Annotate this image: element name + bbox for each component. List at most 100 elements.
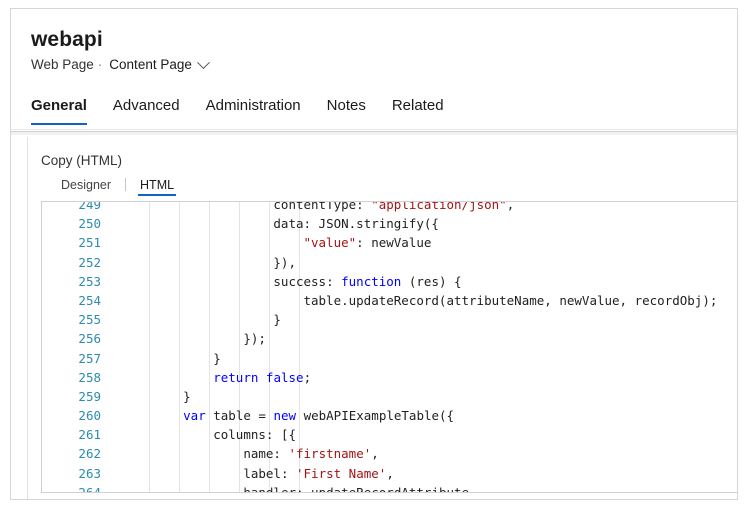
code-line[interactable]: 249 contentType: "application/json", xyxy=(42,202,737,214)
code-line-text: } xyxy=(183,387,191,406)
code-line[interactable]: 255} xyxy=(42,310,737,329)
line-number: 253 xyxy=(42,272,110,291)
line-number: 262 xyxy=(42,444,110,463)
tab-administration[interactable]: Administration xyxy=(193,96,314,125)
code-line-text: data: JSON.stringify({ xyxy=(273,214,439,233)
form-header: webapi Web Page · Content Page xyxy=(11,9,737,75)
record-subtitle: Web Page · Content Page xyxy=(31,55,737,75)
code-line[interactable]: 251 "value": newValue xyxy=(42,233,737,252)
code-token: ; xyxy=(304,370,312,385)
code-token: return xyxy=(213,370,258,385)
line-number: 259 xyxy=(42,387,110,406)
line-number: 250 xyxy=(42,214,110,233)
code-token: , xyxy=(386,466,394,481)
code-line[interactable]: 254table.updateRecord(attributeName, new… xyxy=(42,291,737,310)
code-line-text: contentType: "application/json", xyxy=(273,202,514,214)
code-line[interactable]: 252}), xyxy=(42,253,737,272)
line-number: 261 xyxy=(42,425,110,444)
code-line-text: success: function (res) { xyxy=(273,272,461,291)
code-token: table = xyxy=(206,408,274,423)
code-line-text: handler: updateRecordAttribute xyxy=(243,483,469,492)
code-token: }), xyxy=(273,255,296,270)
code-line-text: } xyxy=(213,349,221,368)
content-type-selector-label[interactable]: Content Page xyxy=(109,55,192,75)
code-line[interactable]: 256}); xyxy=(42,329,737,348)
code-token: function xyxy=(341,274,401,289)
copy-html-field-label: Copy (HTML) xyxy=(41,152,122,170)
line-number: 249 xyxy=(42,202,110,214)
code-token: webAPIExampleTable({ xyxy=(296,408,454,423)
code-line[interactable]: 260 var table = new webAPIExampleTable({ xyxy=(42,406,737,425)
code-line-text: }), xyxy=(273,253,296,272)
code-token: "application/json" xyxy=(371,202,506,212)
tab-notes[interactable]: Notes xyxy=(314,96,379,125)
code-token: , xyxy=(371,446,379,461)
subtab-designer[interactable]: Designer xyxy=(53,177,119,196)
code-line[interactable]: 257} xyxy=(42,349,737,368)
html-code-editor[interactable]: 249 contentType: "application/json", 250 da… xyxy=(41,201,737,493)
code-line[interactable]: 250 data: JSON.stringify({ xyxy=(42,214,737,233)
form-tab-strip[interactable]: General Advanced Administration Notes Re… xyxy=(31,89,457,125)
code-token: } xyxy=(273,312,281,327)
code-token: contentType: xyxy=(273,202,371,212)
code-line[interactable]: 263 label: 'First Name', xyxy=(42,464,737,483)
line-number: 255 xyxy=(42,310,110,329)
subtab-separator xyxy=(125,178,126,191)
section-left-divider xyxy=(27,137,28,499)
code-token: "value" xyxy=(303,235,356,250)
code-line-text: columns: [{ xyxy=(213,425,296,444)
line-number: 263 xyxy=(42,464,110,483)
code-token xyxy=(258,370,266,385)
code-line-text: table.updateRecord(attributeName, newVal… xyxy=(303,291,717,310)
tab-strip-divider xyxy=(11,129,737,130)
general-tab-panel: Copy (HTML) Designer HTML 249 contentType… xyxy=(11,135,737,499)
code-token: 'firstname' xyxy=(288,446,371,461)
code-line-text: "value": newValue xyxy=(303,233,431,252)
code-token: } xyxy=(183,389,191,404)
chevron-down-icon[interactable] xyxy=(197,56,210,69)
code-line[interactable]: 258return false; xyxy=(42,368,737,387)
code-line-text: }); xyxy=(243,329,266,348)
code-token: } xyxy=(213,351,221,366)
line-number: 252 xyxy=(42,253,110,272)
code-line-text: var table = new webAPIExampleTable({ xyxy=(183,406,454,425)
code-token: (res) { xyxy=(401,274,461,289)
code-token: label: xyxy=(243,466,296,481)
code-lines[interactable]: 249 contentType: "application/json", 250 da… xyxy=(42,202,737,492)
code-line[interactable]: 259} xyxy=(42,387,737,406)
code-line[interactable]: 264 handler: updateRecordAttribute xyxy=(42,483,737,492)
screenshot-root: webapi Web Page · Content Page General A… xyxy=(0,0,752,508)
page-title: webapi xyxy=(31,27,737,53)
line-number: 256 xyxy=(42,329,110,348)
entity-type-label: Web Page xyxy=(31,55,94,75)
line-number: 260 xyxy=(42,406,110,425)
line-number: 251 xyxy=(42,233,110,252)
code-token: handler: updateRecordAttribute xyxy=(243,485,469,492)
code-line-text: label: 'First Name', xyxy=(243,464,394,483)
line-number: 264 xyxy=(42,483,110,492)
code-line-text: return false; xyxy=(213,368,311,387)
subtab-html[interactable]: HTML xyxy=(132,177,182,196)
subtitle-separator: · xyxy=(98,55,103,75)
code-token: success: xyxy=(273,274,341,289)
editor-mode-subtabs[interactable]: Designer HTML xyxy=(53,175,182,197)
code-token: table.updateRecord(attributeName, newVal… xyxy=(303,293,717,308)
code-line[interactable]: 262 name: 'firstname', xyxy=(42,444,737,463)
code-line-text: } xyxy=(273,310,281,329)
code-token: data: JSON.stringify({ xyxy=(273,216,439,231)
tab-advanced[interactable]: Advanced xyxy=(100,96,193,125)
code-token: }); xyxy=(243,331,266,346)
code-line-text: name: 'firstname', xyxy=(243,444,378,463)
line-number: 257 xyxy=(42,349,110,368)
tab-general[interactable]: General xyxy=(31,96,100,125)
record-form-card: webapi Web Page · Content Page General A… xyxy=(10,8,738,500)
code-token: columns: [{ xyxy=(213,427,296,442)
code-scroll-area[interactable]: 249 contentType: "application/json", 250 da… xyxy=(42,202,737,492)
code-token: var xyxy=(183,408,206,423)
code-token: name: xyxy=(243,446,288,461)
code-line[interactable]: 261 columns: [{ xyxy=(42,425,737,444)
tab-related[interactable]: Related xyxy=(379,96,457,125)
code-token: new xyxy=(273,408,296,423)
code-token: , xyxy=(507,202,515,212)
code-line[interactable]: 253 success: function (res) { xyxy=(42,272,737,291)
